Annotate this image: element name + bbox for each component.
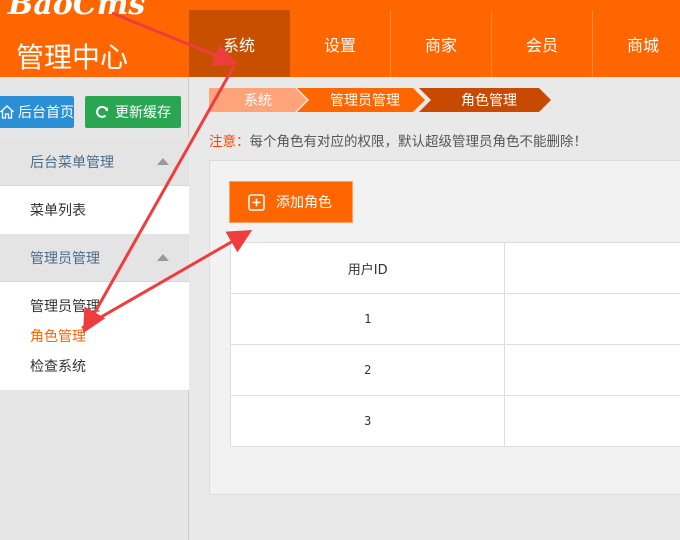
breadcrumb-label: 管理员管理: [330, 93, 400, 109]
menu-group-label: 管理员管理: [30, 250, 100, 267]
nav-item-merchant[interactable]: 商家: [391, 10, 492, 77]
top-nav: 系统 设置 商家 会员 商城: [189, 10, 680, 77]
table-header-row: 用户ID: [229, 242, 680, 294]
plus-square-icon: [248, 193, 265, 211]
quick-actions: 后台首页 更新缓存: [0, 96, 189, 128]
admin-title: 管理中心: [16, 41, 129, 74]
home-button-label: 后台首页: [18, 105, 74, 121]
menu-group-admin[interactable]: 管理员管理: [0, 234, 189, 282]
role-table: 用户ID 1 2 3: [229, 242, 680, 447]
nav-item-member[interactable]: 会员: [492, 10, 593, 77]
table-cell: [504, 344, 680, 396]
breadcrumb-label: 角色管理: [461, 93, 517, 109]
notice: 注意：每个角色有对应的权限，默认超级管理员角色不能删除！: [209, 130, 587, 150]
menu-item-admin-manage[interactable]: 管理员管理: [30, 296, 100, 316]
refresh-cache-label: 更新缓存: [115, 105, 171, 121]
breadcrumb-label: 系统: [244, 93, 272, 109]
breadcrumb-item-admin[interactable]: 管理员管理: [297, 88, 425, 112]
sidebar: 后台首页 更新缓存 后台菜单管理 菜单列表 管理员管理 管理员管理 角色管理 检…: [0, 77, 189, 540]
top-header: BaoCms 管理中心 系统 设置 商家 会员 商城: [0, 0, 680, 77]
breadcrumb-item-role: 角色管理: [419, 88, 551, 112]
notice-text: 每个角色有对应的权限，默认超级管理员角色不能删除！: [249, 134, 588, 150]
collapse-caret-icon[interactable]: [157, 158, 169, 165]
menu-group-backend-menu[interactable]: 后台菜单管理: [0, 138, 189, 186]
menu-group-label: 后台菜单管理: [30, 154, 114, 171]
home-icon: [0, 105, 14, 119]
add-role-button[interactable]: 添加角色: [229, 181, 353, 223]
collapse-caret-icon[interactable]: [157, 254, 169, 261]
menu-list-admin: 管理员管理 角色管理 检查系统: [0, 282, 189, 390]
logo: BaoCms: [8, 0, 146, 22]
table-row: 1: [229, 293, 680, 345]
menu-item-check-system[interactable]: 检查系统: [30, 356, 86, 376]
nav-item-system[interactable]: 系统: [189, 10, 290, 77]
menu-item-menu-list[interactable]: 菜单列表: [30, 200, 86, 220]
table-cell-id: 3: [229, 395, 506, 447]
column-header: [504, 242, 680, 294]
table-row: 2: [229, 344, 680, 396]
nav-item-settings[interactable]: 设置: [290, 10, 391, 77]
nav-item-mall[interactable]: 商城: [593, 10, 680, 77]
column-header-user-id: 用户ID: [229, 242, 506, 294]
notice-label: 注意：: [209, 134, 250, 150]
table-cell: [504, 293, 680, 345]
table-cell: [504, 395, 680, 447]
refresh-cache-button[interactable]: 更新缓存: [85, 96, 181, 128]
refresh-icon: [96, 105, 108, 118]
home-button[interactable]: 后台首页: [0, 96, 74, 128]
menu-list-backend: 菜单列表: [0, 186, 189, 234]
add-role-label: 添加角色: [276, 195, 332, 211]
table-cell-id: 1: [229, 293, 506, 345]
table-cell-id: 2: [229, 344, 506, 396]
table-row: 3: [229, 395, 680, 447]
breadcrumb-item-system[interactable]: 系统: [209, 88, 307, 112]
menu-item-role-manage[interactable]: 角色管理: [30, 326, 86, 346]
